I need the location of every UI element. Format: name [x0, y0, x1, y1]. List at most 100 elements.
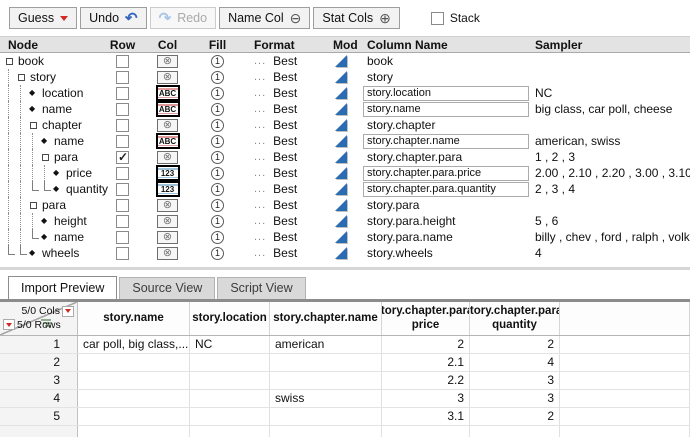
table-cell[interactable]: [190, 372, 270, 389]
row-checkbox[interactable]: [116, 151, 129, 164]
tab-import-preview[interactable]: Import Preview: [8, 276, 117, 299]
row-checkbox[interactable]: [116, 71, 129, 84]
no-column-icon[interactable]: ⊗: [157, 151, 178, 164]
fill-count-icon[interactable]: 1: [211, 55, 224, 68]
format-cell[interactable]: ...Best: [240, 181, 325, 197]
table-cell[interactable]: [270, 408, 382, 425]
table-cell[interactable]: 2.2: [382, 372, 470, 389]
fill-count-icon[interactable]: 1: [211, 247, 224, 260]
row-checkbox[interactable]: [116, 103, 129, 116]
fill-count-icon[interactable]: 1: [211, 183, 224, 196]
table-cell[interactable]: 2: [470, 336, 560, 353]
no-column-icon[interactable]: ⊗: [157, 55, 178, 68]
undo-button[interactable]: Undo ↶: [80, 7, 146, 29]
fill-count-icon[interactable]: 1: [211, 71, 224, 84]
preview-column-header[interactable]: story.location: [190, 302, 270, 335]
row-checkbox[interactable]: [116, 167, 129, 180]
table-cell[interactable]: [78, 408, 190, 425]
columns-menu-button[interactable]: [62, 306, 74, 317]
format-cell[interactable]: ...Best: [240, 165, 325, 181]
fill-count-icon[interactable]: 1: [211, 87, 224, 100]
table-cell[interactable]: 2.1: [382, 354, 470, 371]
preview-column-header[interactable]: story.chapter.name: [270, 302, 382, 335]
table-cell[interactable]: [190, 408, 270, 425]
no-column-icon[interactable]: ⊗: [157, 71, 178, 84]
format-cell[interactable]: ...Best: [240, 149, 325, 165]
tree-node[interactable]: name: [0, 133, 105, 149]
tree-node[interactable]: quantity: [0, 181, 105, 197]
format-cell[interactable]: ...Best: [240, 245, 325, 261]
row-number[interactable]: 5: [0, 408, 78, 425]
no-column-icon[interactable]: ⊗: [157, 215, 178, 228]
no-column-icon[interactable]: ⊗: [157, 247, 178, 260]
row-checkbox[interactable]: [116, 247, 129, 260]
tree-node[interactable]: name: [0, 101, 105, 117]
table-cell[interactable]: [270, 354, 382, 371]
row-checkbox[interactable]: [116, 119, 129, 132]
row-number[interactable]: 1: [0, 336, 78, 353]
tree-node[interactable]: price: [0, 165, 105, 181]
name-col-button[interactable]: Name Col ⊖: [219, 7, 310, 29]
modeling-type-icon[interactable]: [335, 71, 347, 83]
table-cell[interactable]: [270, 372, 382, 389]
tab-script-view[interactable]: Script View: [217, 277, 305, 299]
table-cell[interactable]: [190, 390, 270, 407]
table-cell[interactable]: NC: [190, 336, 270, 353]
tree-node[interactable]: height: [0, 213, 105, 229]
format-cell[interactable]: ...Best: [240, 69, 325, 85]
numeric-column-icon[interactable]: 123: [156, 181, 180, 197]
table-cell[interactable]: 3: [382, 390, 470, 407]
format-cell[interactable]: ...Best: [240, 229, 325, 245]
format-cell[interactable]: ...Best: [240, 133, 325, 149]
tree-node[interactable]: wheels: [0, 245, 105, 261]
tree-node[interactable]: para: [0, 197, 105, 213]
tree-node[interactable]: chapter: [0, 117, 105, 133]
row-checkbox[interactable]: [116, 231, 129, 244]
table-cell[interactable]: 3.1: [382, 408, 470, 425]
table-cell[interactable]: 3: [470, 390, 560, 407]
no-column-icon[interactable]: ⊗: [157, 231, 178, 244]
no-column-icon[interactable]: ⊗: [157, 119, 178, 132]
fill-count-icon[interactable]: 1: [211, 215, 224, 228]
table-cell[interactable]: car poll, big class,...: [78, 336, 190, 353]
stack-checkbox[interactable]: [431, 12, 444, 25]
fill-count-icon[interactable]: 1: [211, 199, 224, 212]
modeling-type-icon[interactable]: [335, 55, 347, 67]
fill-count-icon[interactable]: 1: [211, 135, 224, 148]
preview-column-header[interactable]: [560, 302, 690, 335]
tree-node[interactable]: book: [0, 53, 105, 69]
format-cell[interactable]: ...Best: [240, 213, 325, 229]
modeling-type-icon[interactable]: [335, 151, 347, 163]
fill-count-icon[interactable]: 1: [211, 119, 224, 132]
row-checkbox[interactable]: [116, 215, 129, 228]
format-cell[interactable]: ...Best: [240, 53, 325, 69]
tab-source-view[interactable]: Source View: [119, 277, 215, 299]
fill-count-icon[interactable]: 1: [211, 151, 224, 164]
preview-column-header[interactable]: story.name: [78, 302, 190, 335]
row-checkbox[interactable]: [116, 55, 129, 68]
table-cell[interactable]: [190, 354, 270, 371]
character-column-icon[interactable]: ABC: [156, 133, 180, 149]
preview-column-header[interactable]: story.chapter.para.quantity: [470, 302, 560, 335]
modeling-type-icon[interactable]: [335, 199, 347, 211]
tree-node[interactable]: para: [0, 149, 105, 165]
format-cell[interactable]: ...Best: [240, 85, 325, 101]
fill-count-icon[interactable]: 1: [211, 231, 224, 244]
no-column-icon[interactable]: ⊗: [157, 199, 178, 212]
character-column-icon[interactable]: ABC: [156, 101, 180, 117]
format-cell[interactable]: ...Best: [240, 101, 325, 117]
modeling-type-icon[interactable]: [335, 247, 347, 259]
table-cell[interactable]: 2: [470, 408, 560, 425]
modeling-type-icon[interactable]: [335, 135, 347, 147]
modeling-type-icon[interactable]: [335, 119, 347, 131]
modeling-type-icon[interactable]: [335, 215, 347, 227]
modeling-type-icon[interactable]: [335, 231, 347, 243]
redo-button[interactable]: ↷ Redo: [150, 7, 216, 29]
modeling-type-icon[interactable]: [335, 167, 347, 179]
rows-menu-button[interactable]: [3, 319, 15, 330]
column-name-input[interactable]: story.location: [363, 86, 529, 101]
table-cell[interactable]: [78, 372, 190, 389]
row-checkbox[interactable]: [116, 87, 129, 100]
tree-node[interactable]: story: [0, 69, 105, 85]
table-cell[interactable]: 2: [382, 336, 470, 353]
